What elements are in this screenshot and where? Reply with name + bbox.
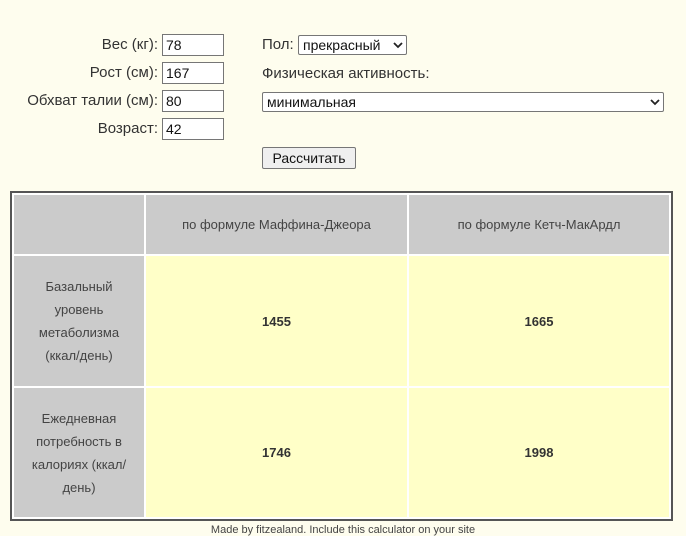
footer-credit: Made by fitzealand. Include this calcula… <box>210 524 476 536</box>
table-corner-cell <box>14 195 144 254</box>
activity-select[interactable]: минимальная <box>262 92 664 112</box>
row-header-daily-calories: Ежедневная потребность в калориях (ккал/… <box>14 388 144 517</box>
row-header-bmr: Базальный уровень метаболизма (ккал/день… <box>14 256 144 386</box>
sex-label: Пол: <box>262 36 294 53</box>
daily-mifflin-value: 1746 <box>146 388 407 517</box>
results-table: по формуле Маффина-Джеора по формуле Кет… <box>10 191 673 521</box>
height-input[interactable] <box>162 62 224 84</box>
weight-input[interactable] <box>162 34 224 56</box>
column-header-katch: по формуле Кетч-МакАрдл <box>409 195 669 254</box>
column-header-mifflin: по формуле Маффина-Джеора <box>146 195 407 254</box>
height-label: Рост (см): <box>89 64 158 81</box>
sex-select[interactable]: прекрасный <box>298 35 407 55</box>
chevron-down-icon <box>393 42 403 49</box>
calculator-form: Вес (кг): Рост (см): Обхват талии (см): … <box>0 0 686 180</box>
age-input[interactable] <box>162 118 224 140</box>
daily-katch-value: 1998 <box>409 388 669 517</box>
weight-label: Вес (кг): <box>101 36 158 53</box>
waist-label: Обхват талии (см): <box>27 92 158 109</box>
activity-select-value: минимальная <box>267 94 356 110</box>
bmr-mifflin-value: 1455 <box>146 256 407 386</box>
chevron-down-icon <box>650 99 660 106</box>
sex-select-value: прекрасный <box>303 37 381 53</box>
bmr-katch-value: 1665 <box>409 256 669 386</box>
age-label: Возраст: <box>97 120 158 137</box>
calculate-button[interactable]: Рассчитать <box>262 147 356 169</box>
activity-label: Физическая активность: <box>262 65 430 82</box>
waist-input[interactable] <box>162 90 224 112</box>
